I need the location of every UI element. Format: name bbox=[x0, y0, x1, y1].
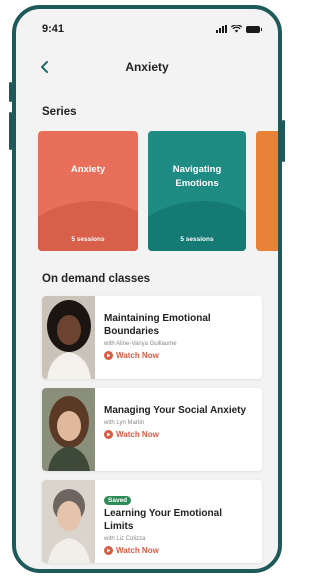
card-wave-shape bbox=[38, 201, 138, 251]
series-card-title: Anxiety bbox=[70, 164, 106, 175]
watch-now-label: Watch Now bbox=[116, 546, 159, 555]
watch-now-button[interactable]: Watch Now bbox=[104, 546, 254, 555]
signal-icon bbox=[216, 25, 227, 33]
series-card-sessions: 5 sessions bbox=[180, 236, 214, 243]
instructor-photo bbox=[42, 388, 95, 471]
battery-icon bbox=[246, 25, 262, 33]
series-card-peek[interactable] bbox=[256, 131, 278, 251]
class-info: Managing Your Social Anxiety with Lyn Ma… bbox=[104, 404, 254, 439]
back-button[interactable] bbox=[34, 57, 54, 77]
play-circle-icon bbox=[104, 351, 113, 360]
phone-frame: 9:41 Anxiety Series Anxiety 5 sessions N… bbox=[12, 5, 282, 573]
watch-now-label: Watch Now bbox=[116, 430, 159, 439]
class-title: Managing Your Social Anxiety bbox=[104, 405, 247, 416]
status-bar: 9:41 bbox=[16, 9, 278, 49]
wifi-icon bbox=[231, 25, 242, 33]
on-demand-heading: On demand classes bbox=[42, 273, 151, 285]
series-card-navigating-emotions[interactable]: Navigating Emotions 5 sessions bbox=[148, 131, 246, 251]
series-carousel[interactable]: Anxiety 5 sessions Navigating Emotions 5… bbox=[38, 131, 278, 251]
card-wave-shape bbox=[148, 201, 246, 251]
saved-badge: Saved bbox=[104, 496, 132, 505]
phone-side-button-right bbox=[282, 120, 285, 162]
series-heading: Series bbox=[42, 106, 77, 118]
instructor-photo bbox=[42, 296, 95, 379]
class-info: Saved Learning Your Emotional Limits wit… bbox=[104, 489, 254, 555]
instructor-photo bbox=[42, 480, 95, 563]
series-card-sessions: 5 sessions bbox=[71, 236, 105, 243]
class-instructor: with Liz Colizza bbox=[104, 536, 146, 542]
class-info: Maintaining Emotional Boundaries with Al… bbox=[104, 312, 254, 360]
class-instructor: with Aline-Vanya Guillaume bbox=[104, 341, 177, 347]
watch-now-button[interactable]: Watch Now bbox=[104, 430, 254, 439]
page-title: Anxiety bbox=[125, 60, 169, 74]
series-card-anxiety[interactable]: Anxiety 5 sessions bbox=[38, 131, 138, 251]
watch-now-button[interactable]: Watch Now bbox=[104, 351, 254, 360]
nav-bar: Anxiety bbox=[16, 49, 278, 85]
class-card[interactable]: Maintaining Emotional Boundaries with Al… bbox=[42, 296, 262, 379]
class-title: Maintaining Emotional Boundaries bbox=[104, 313, 211, 337]
status-icons bbox=[216, 25, 262, 33]
status-time: 9:41 bbox=[42, 23, 65, 35]
class-card[interactable]: Saved Learning Your Emotional Limits wit… bbox=[42, 480, 262, 563]
play-circle-icon bbox=[104, 430, 113, 439]
class-title: Learning Your Emotional Limits bbox=[104, 508, 222, 532]
play-circle-icon bbox=[104, 546, 113, 555]
series-card-title: Navigating Emotions bbox=[172, 164, 222, 189]
watch-now-label: Watch Now bbox=[116, 351, 159, 360]
class-instructor: with Lyn Martin bbox=[104, 420, 145, 426]
class-card[interactable]: Managing Your Social Anxiety with Lyn Ma… bbox=[42, 388, 262, 471]
back-chevron-icon bbox=[40, 61, 48, 73]
